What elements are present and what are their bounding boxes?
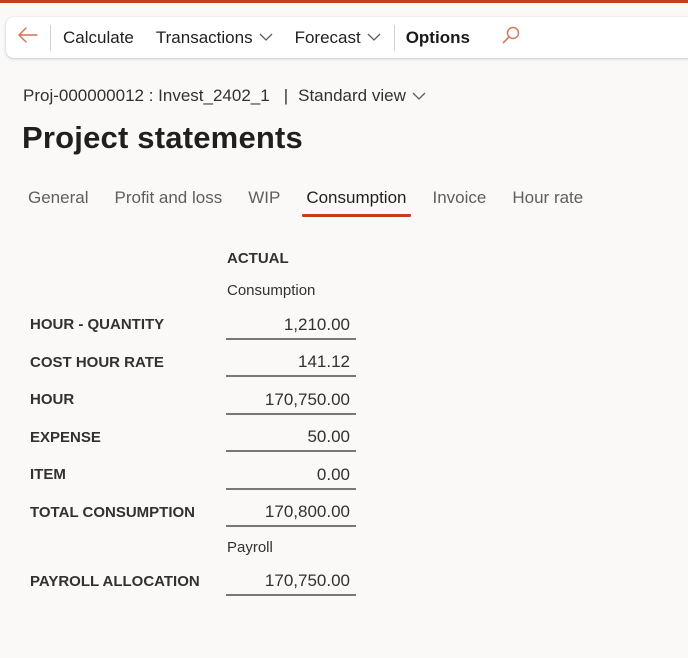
group-title-payroll: Payroll: [227, 539, 273, 556]
top-accent-bar: [0, 0, 688, 3]
row-label-hour: HOUR: [30, 391, 75, 408]
tab-strip: General Profit and loss WIP Consumption …: [18, 184, 599, 218]
view-selector-label: Standard view: [298, 86, 406, 105]
tab-general[interactable]: General: [18, 184, 98, 214]
group-title-consumption: Consumption: [227, 282, 316, 299]
row-value-hour: 170,750.00: [226, 388, 356, 415]
row-value-expense: 50.00: [226, 425, 356, 452]
chevron-down-icon: [412, 92, 426, 101]
forecast-menu-button[interactable]: Forecast: [284, 17, 392, 58]
row-label-payroll-allocation: PAYROLL ALLOCATION: [30, 573, 200, 590]
transactions-menu-button[interactable]: Transactions: [145, 17, 284, 58]
options-label: Options: [405, 27, 470, 47]
search-button[interactable]: [481, 17, 537, 58]
transactions-label: Transactions: [155, 27, 253, 47]
page-title: Project statements: [22, 120, 303, 155]
row-value-payroll-allocation: 170,750.00: [226, 569, 356, 596]
breadcrumb-separator: |: [283, 86, 289, 105]
search-icon: [501, 25, 521, 50]
row-label-hour-quantity: HOUR - QUANTITY: [30, 316, 165, 333]
arrow-left-icon: [17, 26, 39, 49]
chevron-down-icon: [367, 33, 381, 42]
breadcrumb: Proj-000000012 : Invest_2402_1 | Standar…: [23, 86, 426, 106]
row-value-hour-quantity: 1,210.00: [226, 313, 356, 340]
options-button[interactable]: Options: [395, 17, 481, 58]
tab-invoice[interactable]: Invoice: [423, 184, 497, 214]
row-value-total-consumption: 170,800.00: [226, 500, 356, 527]
forecast-label: Forecast: [294, 27, 361, 47]
tab-consumption[interactable]: Consumption: [296, 184, 416, 217]
view-selector[interactable]: Standard view: [298, 86, 426, 106]
record-identifier: Proj-000000012 : Invest_2402_1: [23, 86, 270, 105]
row-value-cost-hour-rate: 141.12: [226, 350, 356, 377]
chevron-down-icon: [259, 33, 273, 42]
tab-wip[interactable]: WIP: [238, 184, 290, 214]
row-label-cost-hour-rate: COST HOUR RATE: [30, 354, 164, 371]
row-label-expense: EXPENSE: [30, 429, 101, 446]
back-button[interactable]: [6, 17, 50, 58]
row-label-item: ITEM: [30, 466, 66, 483]
tab-hour-rate[interactable]: Hour rate: [502, 184, 593, 214]
calculate-button[interactable]: Calculate: [51, 17, 145, 58]
column-header-actual: ACTUAL: [227, 250, 289, 267]
calculate-label: Calculate: [63, 27, 134, 47]
row-label-total-consumption: TOTAL CONSUMPTION: [30, 504, 195, 521]
tab-profit-and-loss[interactable]: Profit and loss: [104, 184, 232, 214]
row-value-item: 0.00: [226, 463, 356, 490]
action-bar: Calculate Transactions Forecast Options: [6, 17, 688, 58]
